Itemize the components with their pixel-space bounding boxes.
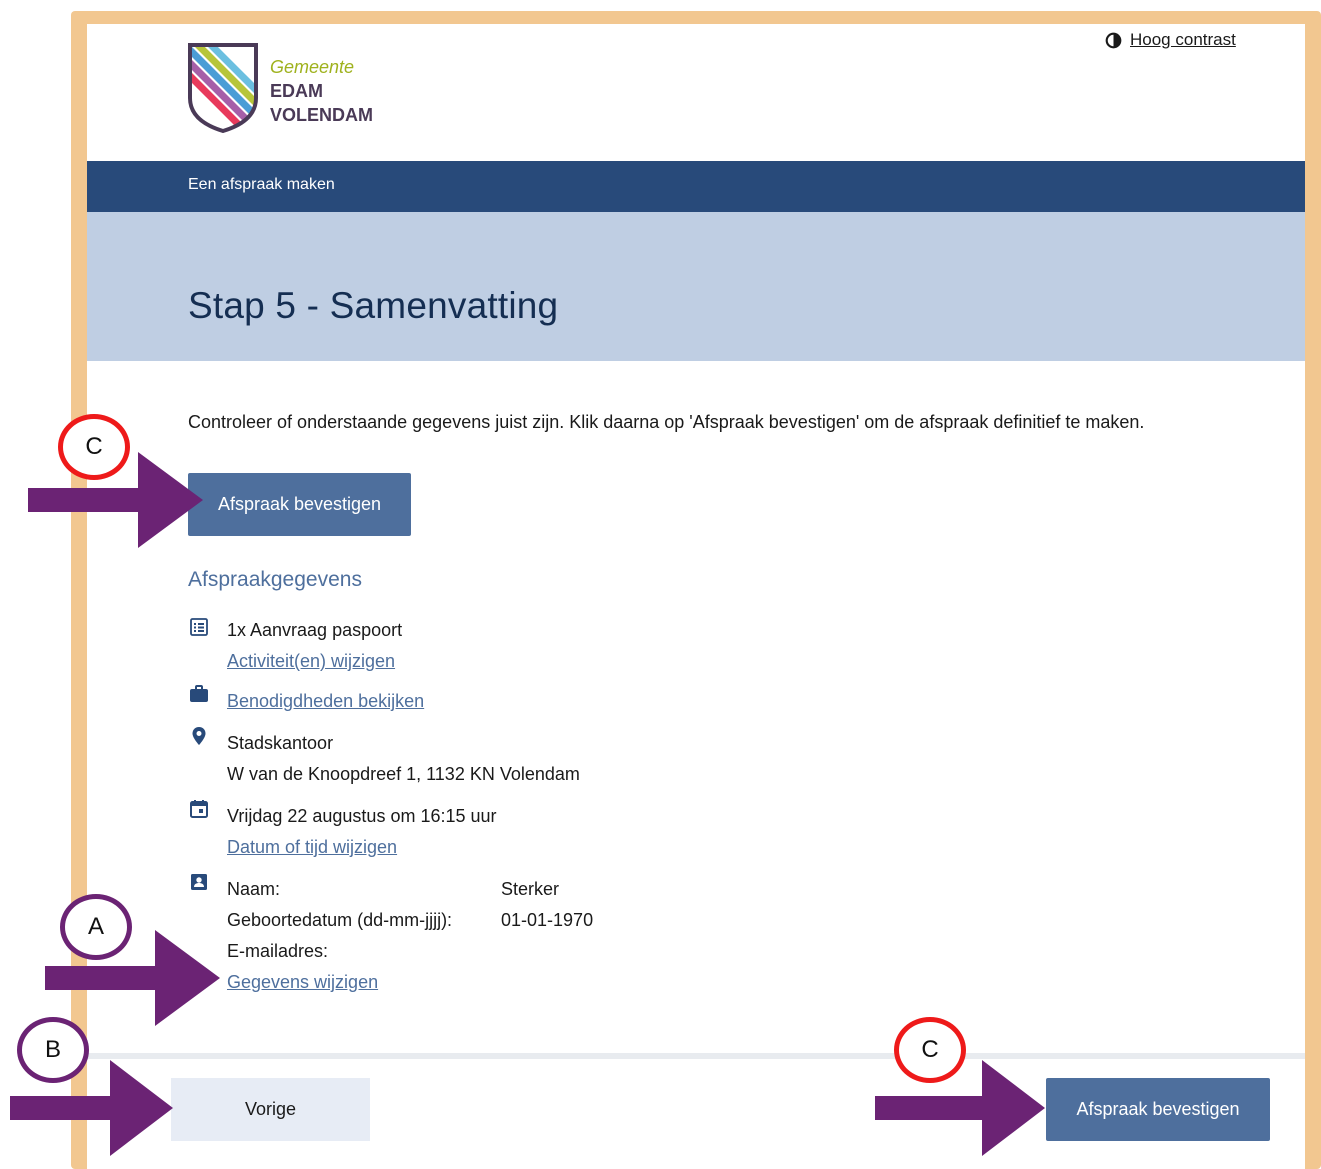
location-pin-icon	[192, 727, 206, 745]
dob-value: 01-01-1970	[501, 910, 594, 930]
page-container: Gemeente EDAM VOLENDAM Hoog contrast Een…	[87, 24, 1305, 1169]
change-activity-link[interactable]: Activiteit(en) wijzigen	[227, 651, 395, 672]
email-label: E-mailadres:	[227, 941, 329, 961]
section-title: Afspraakgegevens	[188, 568, 362, 591]
intro-text: Controleer of onderstaande gegevens juis…	[188, 412, 1145, 432]
navigation-bar: Een afspraak maken	[87, 161, 1305, 212]
confirm-button-top[interactable]: Afspraak bevestigen	[188, 473, 411, 536]
logo-line-volendam: VOLENDAM	[270, 105, 373, 125]
municipality-logo[interactable]: Gemeente EDAM VOLENDAM	[188, 43, 408, 133]
marker-c-bottom: C	[894, 1017, 966, 1083]
list-icon	[190, 618, 208, 636]
activity-text: 1x Aanvraag paspoort	[227, 620, 403, 640]
marker-b: B	[17, 1017, 89, 1083]
change-datetime-link[interactable]: Datum of tijd wijzigen	[227, 837, 397, 858]
view-requirements-link[interactable]: Benodigdheden bekijken	[227, 691, 424, 712]
half-circle-icon	[1105, 32, 1122, 48]
footer-divider	[87, 1053, 1305, 1059]
calendar-icon	[190, 800, 208, 818]
logo-line-edam: EDAM	[270, 81, 323, 101]
nav-title[interactable]: Een afspraak maken	[188, 176, 335, 194]
high-contrast-toggle[interactable]: Hoog contrast	[1105, 30, 1236, 50]
arrow-to-bottom-confirm	[875, 1060, 1045, 1156]
marker-c-top: C	[58, 414, 130, 480]
previous-button[interactable]: Vorige	[171, 1078, 370, 1141]
name-label: Naam:	[227, 879, 281, 899]
change-personal-data-link[interactable]: Gegevens wijzigen	[227, 972, 378, 993]
logo-line-gemeente: Gemeente	[270, 57, 355, 77]
title-band: Stap 5 - Samenvatting	[87, 212, 1305, 361]
location-address: W van de Knoopdreef 1, 1132 KN Volendam	[227, 764, 580, 784]
contact-card-icon	[191, 874, 207, 890]
high-contrast-link[interactable]: Hoog contrast	[1130, 30, 1236, 50]
confirm-button-bottom[interactable]: Afspraak bevestigen	[1046, 1078, 1270, 1141]
dob-label: Geboortedatum (dd-mm-jjjj):	[227, 910, 453, 930]
marker-a: A	[60, 894, 132, 960]
shield-logo-icon	[188, 43, 258, 133]
location-name: Stadskantoor	[227, 733, 334, 753]
page-title: Stap 5 - Samenvatting	[188, 285, 559, 326]
name-value: Sterker	[501, 879, 560, 899]
datetime-text: Vrijdag 22 augustus om 16:15 uur	[227, 806, 497, 826]
briefcase-icon	[190, 685, 208, 702]
